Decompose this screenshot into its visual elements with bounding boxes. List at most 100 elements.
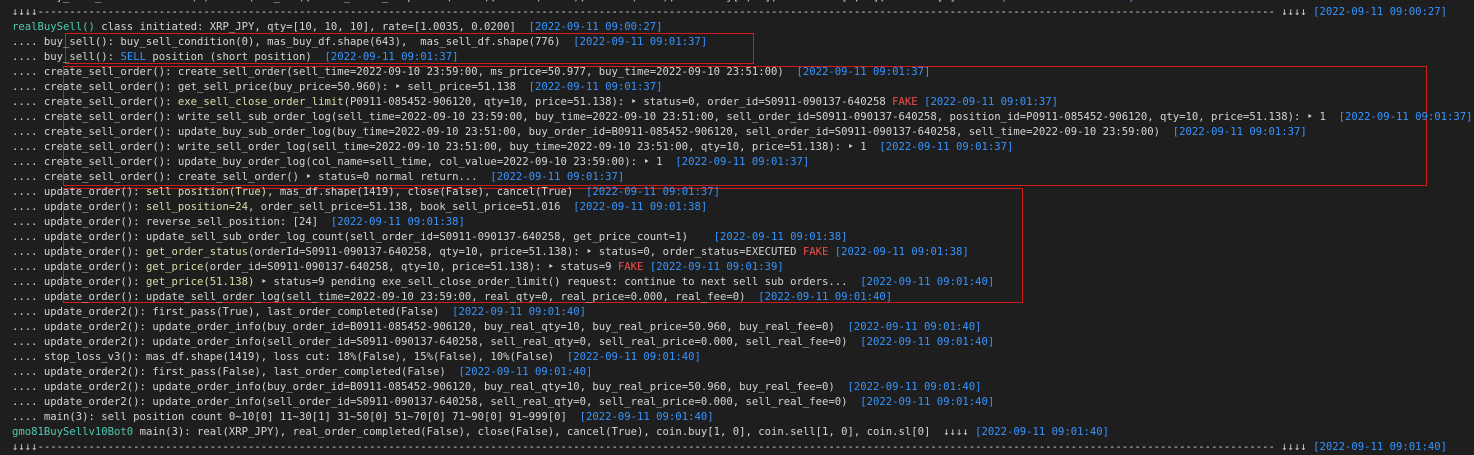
log-text: .... update_order(): bbox=[12, 201, 146, 213]
log-text: gmo81BuySellv10Bot0 bbox=[12, 426, 134, 438]
log-timestamp: [2022-09-11 09:01:37] bbox=[924, 96, 1059, 108]
log-text: ----------------------------------------… bbox=[37, 6, 1314, 18]
log-text: .... update_order(): bbox=[12, 246, 146, 258]
log-text: .... update_order2(): update_order_info(… bbox=[12, 336, 861, 348]
log-timestamp: [2022-09-11 09:01:38] bbox=[573, 201, 708, 213]
log-text: , mas_df.shape(1419), close(False), canc… bbox=[267, 186, 587, 198]
log-text: ↓↓↓↓ bbox=[12, 0, 44, 3]
log-text: buy_sell_condition main(3): real(XRP_JPY… bbox=[44, 0, 956, 3]
log-timestamp: [2022-09-11 09:01:38] bbox=[713, 231, 848, 243]
log-timestamp: [2022-09-11 09:01:40] bbox=[758, 291, 893, 303]
log-line: .... update_order(): update_sell_sub_ord… bbox=[12, 230, 848, 245]
log-text: class initiated: XRP_JPY, qty=[10, 10, 1… bbox=[94, 21, 529, 33]
log-text: .... update_order2(): update_order_info(… bbox=[12, 381, 848, 393]
log-text: .... update_order2(): first_pass(True), … bbox=[12, 306, 453, 318]
log-timestamp: [2022-09-11 09:01:40] bbox=[579, 411, 714, 423]
log-timestamp: [2022-09-11 09:01:38] bbox=[330, 216, 465, 228]
log-line: .... stop_loss_v3(): mas_df.shape(1419),… bbox=[12, 350, 701, 365]
log-text: (order_id=S0911-090137-640258, qty=10, p… bbox=[203, 261, 618, 273]
log-line: .... update_order(): get_order_status(or… bbox=[12, 245, 969, 260]
log-timestamp: [2022-09-11 09:01:40] bbox=[452, 306, 587, 318]
log-timestamp: [2022-09-11 09:01:40] bbox=[860, 336, 995, 348]
log-timestamp: [2022-09-11 09:01:40] bbox=[1313, 441, 1448, 453]
log-line: .... create_sell_order(): get_sell_price… bbox=[12, 80, 663, 95]
log-line: .... update_order2(): update_order_info(… bbox=[12, 395, 994, 410]
log-timestamp: [2022-09-11 09:01:37] bbox=[324, 51, 459, 63]
log-text: .... stop_loss_v3(): mas_df.shape(1419),… bbox=[12, 351, 567, 363]
terminal-output: ↓↓↓↓ buy_sell_condition main(3): real(XR… bbox=[0, 0, 1474, 453]
log-timestamp: [2022-09-11 09:01:37] bbox=[796, 66, 931, 78]
log-line: .... update_order(): get_price(order_id=… bbox=[12, 260, 784, 275]
log-timestamp: [2022-09-11 09:01:40] bbox=[975, 426, 1110, 438]
log-line: .... update_order(): reverse_sell_positi… bbox=[12, 215, 465, 230]
log-text: (orderId=S0911-090137-640258, qty=10, pr… bbox=[248, 246, 803, 258]
log-text: .... create_sell_order(): bbox=[12, 96, 178, 108]
log-text: FAKE bbox=[892, 96, 918, 108]
log-text: .... update_order(): update_sell_order_l… bbox=[12, 291, 759, 303]
log-timestamp: [2022-09-11 09:01:37] bbox=[586, 186, 720, 198]
log-line: .... update_order(): sell_position=24, o… bbox=[12, 200, 707, 215]
log-text: , order_sell_price=51.138, book_sell_pri… bbox=[248, 201, 574, 213]
log-timestamp: [2022-09-11 09:01:37] bbox=[675, 156, 810, 168]
log-text: .... update_order(): bbox=[12, 276, 146, 288]
log-timestamp: [2022-09-11 09:01:40] bbox=[847, 321, 982, 333]
log-text: ↓↓↓↓ bbox=[12, 441, 38, 453]
log-text: .... create_sell_order(): write_sell_ord… bbox=[12, 141, 880, 153]
log-text: .... create_sell_order(): get_sell_price… bbox=[12, 81, 529, 93]
log-line: ↓↓↓↓------------------------------------… bbox=[12, 440, 1447, 455]
log-timestamp: [2022-09-11 09:00:27] bbox=[1001, 0, 1135, 3]
log-text: realBuySell() bbox=[12, 21, 95, 33]
log-timestamp: [2022-09-11 09:00:27] bbox=[1313, 6, 1448, 18]
log-text: .... create_sell_order(): update_buy_ord… bbox=[12, 156, 676, 168]
log-text: FAKE bbox=[802, 246, 829, 258]
log-line: .... create_sell_order(): write_sell_sub… bbox=[12, 110, 1473, 125]
log-text: .... buy_sell(): buy_sell_condition(0), … bbox=[12, 36, 574, 48]
log-text: ↓↓↓↓ bbox=[943, 426, 976, 438]
log-text: exe_sell_close_order_limit bbox=[177, 96, 344, 108]
log-line: realBuySell() class initiated: XRP_JPY, … bbox=[12, 20, 663, 35]
log-timestamp: [2022-09-11 09:01:37] bbox=[490, 171, 625, 183]
log-text: .... update_order(): bbox=[12, 261, 146, 273]
log-line: gmo81BuySellv10Bot0 main(3): real(XRP_JP… bbox=[12, 425, 1109, 440]
log-line: .... main(3): sell position count 0~10[0… bbox=[12, 410, 714, 425]
log-line: .... update_order(): sell position(True)… bbox=[12, 185, 720, 200]
log-line: .... update_order2(): first_pass(True), … bbox=[12, 305, 586, 320]
log-line: .... update_order2(): update_order_info(… bbox=[12, 320, 981, 335]
log-text: .... update_order(): update_sell_sub_ord… bbox=[12, 231, 714, 243]
log-text: .... create_sell_order(): create_sell_or… bbox=[12, 171, 491, 183]
log-line: .... create_sell_order(): exe_sell_close… bbox=[12, 95, 1058, 110]
log-line: .... update_order2(): first_pass(False),… bbox=[12, 365, 592, 380]
log-text: ↓↓↓↓ bbox=[956, 0, 1001, 3]
log-timestamp: [2022-09-11 09:01:40] bbox=[847, 381, 982, 393]
log-text: .... update_order(): reverse_sell_positi… bbox=[12, 216, 331, 228]
log-text: ----------------------------------------… bbox=[37, 441, 1314, 453]
log-line: .... update_order2(): update_order_info(… bbox=[12, 335, 994, 350]
log-text: get_order_status bbox=[145, 246, 248, 258]
log-text: .... create_sell_order(): create_sell_or… bbox=[12, 66, 797, 78]
log-text: sell_position=24 bbox=[145, 201, 248, 213]
log-timestamp: [2022-09-11 09:01:40] bbox=[566, 351, 701, 363]
log-text: main(3): real(XRP_JPY), real_order_compl… bbox=[133, 426, 944, 438]
log-text: .... update_order2(): update_order_info(… bbox=[12, 396, 861, 408]
log-line: .... buy_sell(): SELL position (short po… bbox=[12, 50, 458, 65]
log-text: (P0911-085452-906120, qty=10, price=51.1… bbox=[343, 96, 893, 108]
log-timestamp: [2022-09-11 09:00:27] bbox=[528, 21, 663, 33]
log-text: .... update_order2(): first_pass(False),… bbox=[12, 366, 459, 378]
log-line: .... create_sell_order(): update_buy_sub… bbox=[12, 125, 1307, 140]
log-text: .... buy_sell(): bbox=[12, 51, 121, 63]
log-line: .... update_order(): get_price(51.138) ‣… bbox=[12, 275, 994, 290]
log-text: FAKE bbox=[617, 261, 644, 273]
log-text: get_price(51.138) bbox=[145, 276, 255, 288]
log-text: .... create_sell_order(): write_sell_sub… bbox=[12, 111, 1339, 123]
log-timestamp: [2022-09-11 09:01:37] bbox=[879, 141, 1014, 153]
log-line: .... buy_sell(): buy_sell_condition(0), … bbox=[12, 35, 707, 50]
log-timestamp: [2022-09-11 09:01:37] bbox=[528, 81, 663, 93]
log-text: .... update_order(): bbox=[12, 186, 146, 198]
log-text: sell position(True) bbox=[145, 186, 268, 198]
log-timestamp: [2022-09-11 09:01:37] bbox=[1172, 126, 1307, 138]
log-timestamp: [2022-09-11 09:01:39] bbox=[649, 261, 784, 273]
log-text: ↓↓↓↓ bbox=[12, 6, 38, 18]
log-line: ↓↓↓↓------------------------------------… bbox=[12, 5, 1447, 20]
log-text: ‣ status=9 pending exe_sell_close_order_… bbox=[254, 276, 861, 288]
log-text: position (short position) bbox=[145, 51, 325, 63]
